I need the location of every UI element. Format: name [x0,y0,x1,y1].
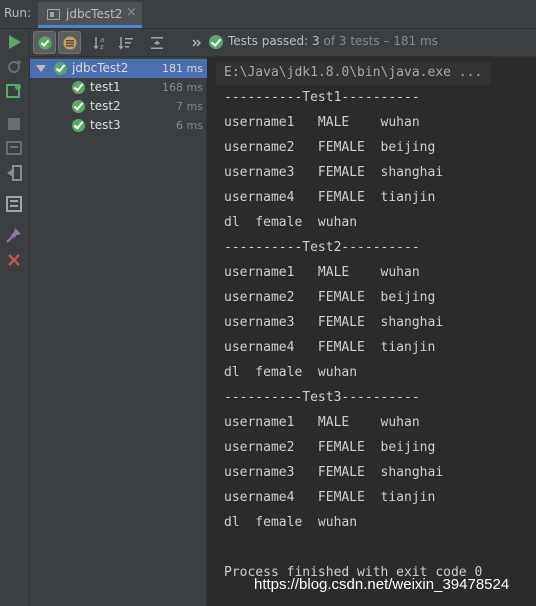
stop-icon[interactable] [5,115,23,133]
show-passed-button[interactable] [33,31,56,54]
pin-icon[interactable] [5,226,23,244]
console-line: username2 FEMALE beijing [224,440,436,455]
console-line: dl female wuhan [224,515,358,530]
total-count: of 3 tests [319,34,380,48]
passed-icon [72,81,85,94]
tree-node-label: test3 [90,118,121,132]
exit-icon[interactable] [5,164,23,182]
passed-count: 3 [312,34,320,48]
console-line: username3 FEMALE shanghai [224,165,444,180]
junit-config-icon [47,9,60,20]
dump-threads-icon[interactable] [5,139,23,157]
passed-filter-icon [38,36,51,49]
console-line: username2 FEMALE beijing [224,290,436,305]
tree-node-jdbctest2[interactable]: jdbcTest2 181 ms [30,59,207,78]
console-line: username4 FEMALE tianjin [224,340,436,355]
tree-node-duration: 6 ms [176,119,203,132]
svg-text:z: z [100,43,104,51]
expand-all-icon [150,36,163,49]
double-chevron-right-icon [192,39,201,46]
sort-alphabetically-button[interactable]: az [89,31,112,54]
passed-icon [72,100,85,113]
tree-node-test3[interactable]: test3 6 ms [30,116,207,135]
status-prefix: Tests passed: [228,34,313,48]
show-ignored-button[interactable] [58,31,81,54]
console-line: username4 FEMALE tianjin [224,190,436,205]
watermark-url: https://blog.csdn.net/weixin_39478524 [254,576,510,593]
console-line: username1 MALE wuhan [224,115,420,130]
expand-arrow-icon[interactable] [36,65,46,72]
console-line: username1 MALE wuhan [224,415,420,430]
ignored-filter-icon [63,36,76,49]
rerun-failed-icon[interactable] [5,58,23,76]
test-status-summary: Tests passed: 3 of 3 tests – 181 ms [228,34,438,48]
left-action-toolbar [0,29,30,606]
run-label: Run: [4,6,32,20]
console-line: ----------Test1---------- [224,90,420,105]
tree-node-test1[interactable]: test1 168 ms [30,78,207,97]
test-runner-toolbar: az Tests passed: 3 of 3 tests – 181 ms [30,29,536,57]
console-line: ----------Test3---------- [224,390,420,405]
tree-node-duration: 181 ms [162,62,203,75]
tests-passed-icon [209,35,223,49]
console-output[interactable]: E:\Java\jdk1.8.0\bin\java.exe ... ------… [208,57,536,606]
sort-by-duration-button[interactable] [114,31,137,54]
rerun-icon[interactable] [5,33,23,51]
tree-node-duration: 168 ms [162,81,203,94]
layout-icon[interactable] [5,195,23,213]
run-tab-jdbctest2[interactable]: jdbcTest2 × [38,2,142,28]
more-actions-button[interactable] [185,31,208,54]
console-line: username1 MALE wuhan [224,265,420,280]
close-icon[interactable] [5,251,23,269]
tree-node-label: test1 [90,80,121,94]
toggle-auto-test-icon[interactable] [5,82,23,100]
console-line: ----------Test2---------- [224,240,420,255]
command-line[interactable]: E:\Java\jdk1.8.0\bin\java.exe ... [224,65,482,80]
tree-node-label: jdbcTest2 [72,61,129,75]
sort-duration-icon [118,36,133,49]
close-tab-icon[interactable]: × [126,5,137,20]
passed-icon [72,119,85,132]
run-tool-window-header: Run: jdbcTest2 × [0,0,536,29]
tree-node-test2[interactable]: test2 7 ms [30,97,207,116]
console-line: username2 FEMALE beijing [224,140,436,155]
test-results-tree: jdbcTest2 181 ms test1 168 ms test2 7 ms… [30,57,207,606]
total-duration: – 181 ms [379,34,438,48]
expand-all-button[interactable] [145,31,168,54]
tree-node-label: test2 [90,99,121,113]
run-tab-title: jdbcTest2 [66,7,123,21]
sort-alpha-icon: az [93,36,104,51]
console-line: username3 FEMALE shanghai [224,465,444,480]
passed-icon [54,62,67,75]
console-line: username4 FEMALE tianjin [224,490,436,505]
console-line: username3 FEMALE shanghai [224,315,444,330]
console-line: dl female wuhan [224,365,358,380]
console-line: dl female wuhan [224,215,358,230]
tree-node-duration: 7 ms [176,100,203,113]
